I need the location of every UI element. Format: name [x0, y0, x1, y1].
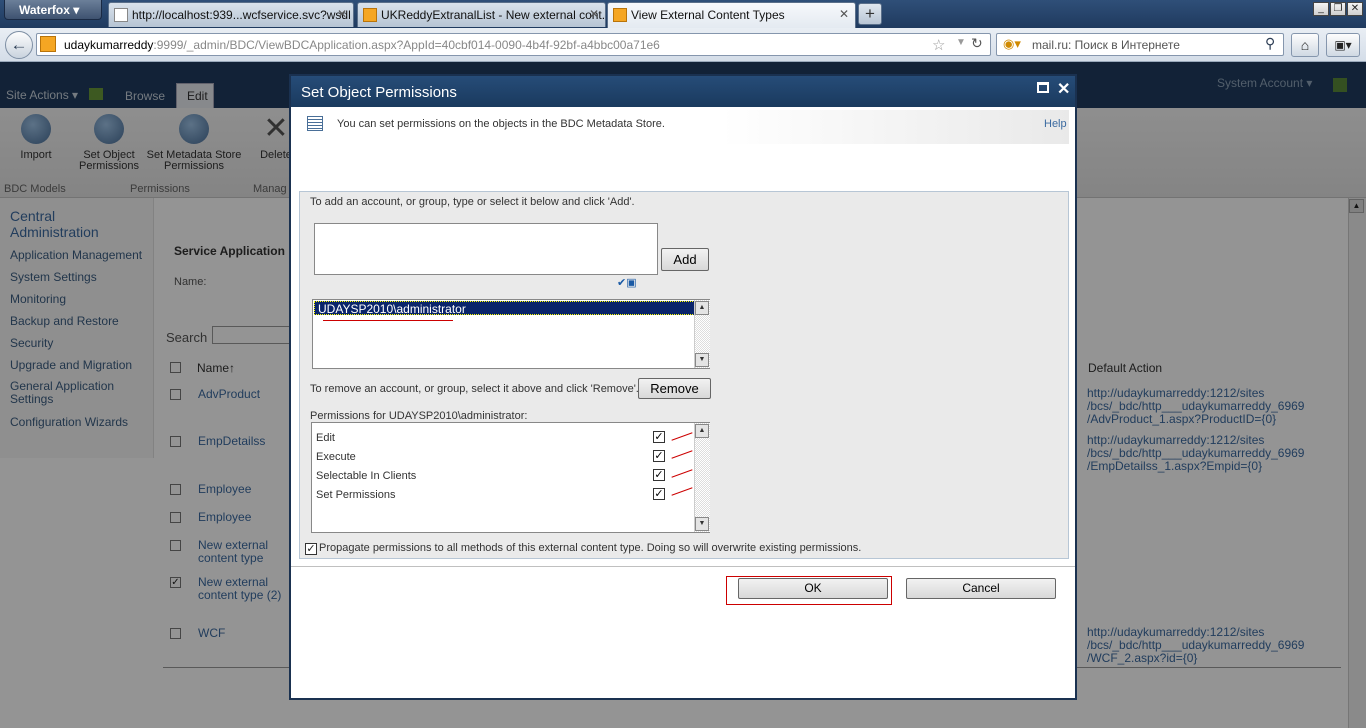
new-tab-button[interactable]: + — [858, 3, 882, 25]
maximize-button[interactable]: ❐ — [1330, 2, 1346, 16]
close-icon[interactable]: ✕ — [839, 7, 849, 21]
add-instructions: To add an account, or group, type or sel… — [310, 196, 635, 208]
minimize-button[interactable]: _ — [1313, 2, 1329, 16]
back-button[interactable]: ← — [5, 31, 33, 59]
url-text[interactable]: udaykumarreddy:9999/_admin/BDC/ViewBDCAp… — [64, 38, 660, 52]
page-icon — [114, 8, 128, 22]
maximize-icon[interactable] — [1037, 82, 1049, 93]
propagate-checkbox[interactable]: ✓ — [305, 543, 317, 555]
add-button[interactable]: Add — [661, 248, 709, 271]
permissions-label: Permissions for UDAYSP2010\administrator… — [310, 410, 528, 422]
tab-view-external[interactable]: View External Content Types ✕ — [607, 2, 856, 28]
check-names-icon[interactable]: ✔▣ — [617, 276, 637, 289]
search-engine-icon[interactable]: ◉▾ — [1003, 36, 1021, 52]
tools-button[interactable]: ▣▾ — [1326, 33, 1360, 57]
tab-new-external[interactable]: UKReddyExtranalList - New external cont.… — [357, 2, 606, 27]
close-icon[interactable]: ✕ — [337, 7, 347, 21]
window-close-button[interactable]: ✕ — [1347, 2, 1363, 16]
cancel-button[interactable]: Cancel — [906, 578, 1056, 599]
tab-wsdl[interactable]: http://localhost:939...wcfservice.svc?ws… — [108, 2, 354, 27]
propagate-label: Propagate permissions to all methods of … — [319, 542, 862, 554]
site-icon — [40, 36, 56, 52]
dialog-title: Set Object Permissions — [291, 76, 1075, 107]
remove-instructions: To remove an account, or group, select i… — [310, 383, 639, 395]
permission-edit-checkbox[interactable]: ✓ — [653, 431, 665, 443]
bookmark-star-icon[interactable]: ☆ — [932, 36, 945, 54]
reload-icon[interactable]: ↻ — [971, 35, 983, 52]
search-input[interactable]: mail.ru: Поиск в Интернете — [1032, 38, 1180, 52]
ok-button[interactable]: OK — [738, 578, 888, 599]
help-link[interactable]: Help — [1044, 118, 1067, 130]
app-menu-button[interactable]: Waterfox ▾ — [4, 0, 102, 20]
permission-label: Selectable In Clients — [316, 470, 417, 482]
info-text: You can set permissions on the objects i… — [337, 118, 665, 130]
search-icon[interactable]: ⚲ — [1265, 35, 1275, 52]
tab-label: http://localhost:939...wcfservice.svc?ws… — [132, 8, 351, 22]
divider — [291, 566, 1075, 567]
annotation-underline — [323, 320, 453, 321]
app-name: Waterfox — [19, 3, 70, 17]
scroll-down-arrow-icon[interactable]: ▼ — [695, 353, 709, 367]
home-button[interactable]: ⌂ — [1291, 33, 1319, 57]
account-input[interactable] — [314, 223, 658, 275]
scroll-up-arrow-icon[interactable]: ▲ — [695, 301, 709, 315]
permission-selectable-checkbox[interactable]: ✓ — [653, 469, 665, 481]
list-icon — [307, 116, 323, 131]
scroll-down-arrow-icon[interactable]: ▼ — [695, 517, 709, 531]
remove-button[interactable]: Remove — [638, 378, 711, 399]
permission-execute-checkbox[interactable]: ✓ — [653, 450, 665, 462]
permissions-scrollbar[interactable] — [694, 423, 710, 532]
permission-set-permissions-checkbox[interactable]: ✓ — [653, 488, 665, 500]
scroll-up-arrow-icon[interactable]: ▲ — [695, 424, 709, 438]
permission-label: Set Permissions — [316, 489, 396, 501]
sharepoint-icon — [363, 8, 377, 22]
close-icon[interactable]: ✕ — [1057, 79, 1070, 99]
sharepoint-icon — [613, 8, 627, 22]
set-object-permissions-dialog: Set Object Permissions ✕ You can set per… — [289, 74, 1077, 700]
close-icon[interactable]: ✕ — [589, 7, 599, 21]
permission-label: Edit — [316, 432, 335, 444]
history-dropdown-icon[interactable]: ▼ — [956, 37, 966, 48]
tab-label: UKReddyExtranalList - New external cont.… — [381, 8, 606, 22]
tab-label: View External Content Types — [631, 8, 785, 22]
user-list-item[interactable]: UDAYSP2010\administrator — [314, 301, 695, 316]
permission-label: Execute — [316, 451, 356, 463]
